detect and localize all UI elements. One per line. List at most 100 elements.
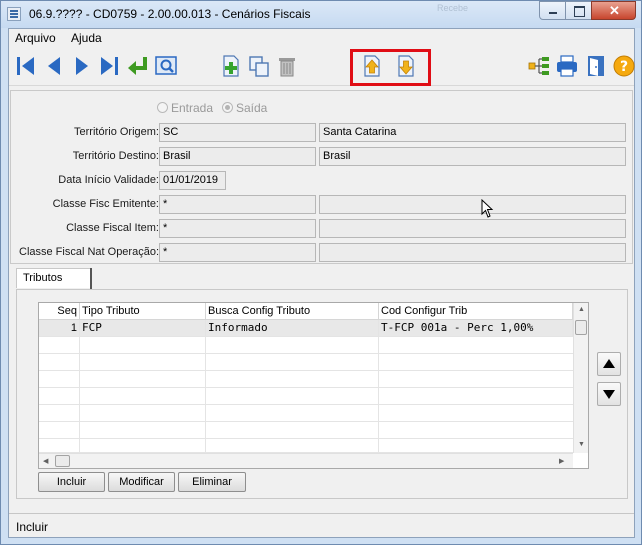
add-record-button[interactable] <box>219 54 243 78</box>
eliminar-button[interactable]: Eliminar <box>178 472 246 492</box>
print-button[interactable] <box>555 54 579 78</box>
next-record-button[interactable] <box>70 54 94 78</box>
scroll-down-arrow-icon[interactable]: ▼ <box>578 441 585 448</box>
classe-fisc-emitente-description <box>319 195 626 214</box>
menu-ajuda[interactable]: Ajuda <box>71 31 102 45</box>
menu-arquivo[interactable]: Arquivo <box>15 31 56 45</box>
close-icon: ✕ <box>609 3 620 18</box>
territorio-destino-code[interactable]: Brasil <box>159 147 316 166</box>
table-row-empty <box>39 422 573 439</box>
classe-fiscal-item-description <box>319 219 626 238</box>
territorio-destino-label: Território Destino: <box>72 150 159 162</box>
table-row-empty <box>39 439 573 456</box>
exit-button[interactable] <box>584 54 608 78</box>
classe-fisc-emitente-label: Classe Fisc Emitente: <box>52 198 159 210</box>
status-bar: Incluir <box>9 513 634 537</box>
radio-entrada[interactable]: Entrada <box>157 101 213 115</box>
tab-panel-tributos: Seq Tipo Tributo Busca Config Tributo Co… <box>16 289 628 499</box>
exit-door-icon <box>588 56 604 76</box>
radio-saida-dot <box>222 102 233 113</box>
classe-fisc-emitente-code[interactable]: * <box>159 195 316 214</box>
window-title: 06.9.???? - CD0759 - 2.00.00.013 - Cenár… <box>29 7 311 21</box>
classe-fiscal-item-code[interactable]: * <box>159 219 316 238</box>
vertical-scroll-thumb[interactable] <box>575 320 587 335</box>
table-row-empty <box>39 337 573 354</box>
classe-fiscal-nat-code[interactable]: * <box>159 243 316 262</box>
client-area: Arquivo Ajuda ? Entrada Saída Território… <box>8 28 635 538</box>
help-button[interactable]: ? <box>612 54 636 78</box>
filter-form: Entrada Saída Território Origem: SC Sant… <box>10 90 633 264</box>
toolbar: ? <box>9 48 636 86</box>
application-window: 06.9.???? - CD0759 - 2.00.00.013 - Cenár… <box>0 0 642 545</box>
column-header-tipo-tributo[interactable]: Tipo Tributo <box>80 303 206 320</box>
highlight-box <box>350 49 431 86</box>
first-record-icon <box>17 57 34 75</box>
last-record-button[interactable] <box>97 54 121 78</box>
last-record-icon <box>101 57 118 75</box>
tab-divider <box>90 268 92 290</box>
modificar-button[interactable]: Modificar <box>108 472 175 492</box>
minimize-button[interactable] <box>539 1 566 20</box>
svg-text:?: ? <box>620 59 628 75</box>
hierarchy-button[interactable] <box>527 54 551 78</box>
search-icon <box>155 56 177 75</box>
goto-enter-icon <box>128 57 147 75</box>
table-row[interactable]: 1 FCP Informado T-FCP 001a - Perc 1,00% <box>39 320 573 337</box>
table-row-empty <box>39 405 573 422</box>
add-record-icon <box>223 55 239 77</box>
arrow-up-icon <box>603 359 615 368</box>
table-row-empty <box>39 371 573 388</box>
next-record-icon <box>76 57 88 75</box>
hierarchy-tree-icon <box>528 57 549 75</box>
column-header-seq[interactable]: Seq <box>39 303 80 320</box>
delete-trash-icon <box>279 58 295 77</box>
table-row-empty <box>39 388 573 405</box>
tributos-grid[interactable]: Seq Tipo Tributo Busca Config Tributo Co… <box>38 302 589 469</box>
scroll-left-arrow-icon[interactable]: ◀ <box>43 457 48 465</box>
goto-button[interactable] <box>125 54 149 78</box>
data-inicio-label: Data Início Validade: <box>58 174 159 186</box>
territorio-origem-code[interactable]: SC <box>159 123 316 142</box>
classe-fiscal-item-label: Classe Fiscal Item: <box>66 222 159 234</box>
scroll-up-arrow-icon[interactable]: ▲ <box>578 306 585 313</box>
classe-fiscal-nat-label: Classe Fiscal Nat Operação: <box>19 246 159 258</box>
cell-cod-configur: T-FCP 001a - Perc 1,00% <box>379 320 573 337</box>
radio-saida-label: Saída <box>236 101 268 115</box>
cell-seq: 1 <box>39 320 80 337</box>
territorio-origem-description: Santa Catarina <box>319 123 626 142</box>
maximize-button[interactable] <box>565 1 592 20</box>
status-text: Incluir <box>16 520 49 534</box>
menu-bar: Arquivo Ajuda <box>9 29 634 47</box>
column-header-busca-config[interactable]: Busca Config Tributo <box>206 303 379 320</box>
delete-button[interactable] <box>275 54 299 78</box>
classe-fiscal-nat-description <box>319 243 626 262</box>
copy-record-button[interactable] <box>247 54 271 78</box>
help-icon: ? <box>613 55 635 77</box>
vertical-scrollbar[interactable]: ▲ ▼ <box>573 303 588 453</box>
data-inicio-field[interactable]: 01/01/2019 <box>159 171 226 190</box>
column-header-cod-configur[interactable]: Cod Configur Trib <box>379 303 573 320</box>
previous-record-icon <box>48 57 60 75</box>
territorio-destino-description: Brasil <box>319 147 626 166</box>
mouse-cursor-icon <box>481 199 494 218</box>
radio-entrada-dot <box>157 102 168 113</box>
scroll-right-arrow-icon[interactable]: ▶ <box>559 457 564 465</box>
cell-busca-config: Informado <box>206 320 379 337</box>
close-button[interactable]: ✕ <box>591 1 636 20</box>
territorio-origem-label: Território Origem: <box>74 126 159 138</box>
arrow-down-icon <box>603 390 615 399</box>
previous-record-button[interactable] <box>42 54 66 78</box>
printer-icon <box>557 55 577 77</box>
move-down-button[interactable] <box>597 382 621 406</box>
first-record-button[interactable] <box>14 54 38 78</box>
incluir-button[interactable]: Incluir <box>38 472 105 492</box>
horizontal-scrollbar[interactable]: ◀ ▶ <box>39 453 573 468</box>
table-row-empty <box>39 354 573 371</box>
radio-entrada-label: Entrada <box>171 101 214 115</box>
move-up-button[interactable] <box>597 352 621 376</box>
search-button[interactable] <box>154 54 178 78</box>
radio-saida[interactable]: Saída <box>222 101 267 115</box>
copy-record-icon <box>249 56 269 77</box>
tab-tributos[interactable]: Tributos <box>16 268 91 288</box>
horizontal-scroll-thumb[interactable] <box>55 455 70 467</box>
